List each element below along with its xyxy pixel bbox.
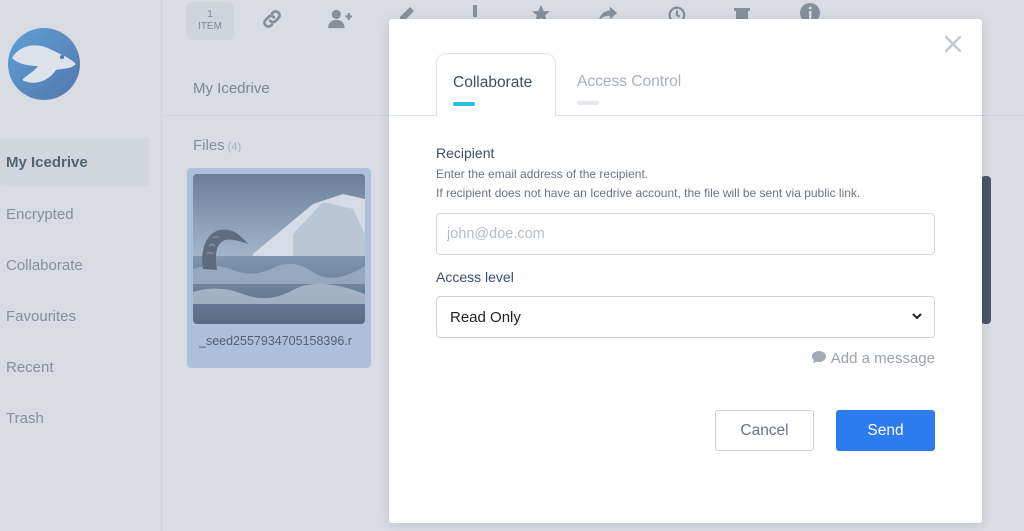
send-button[interactable]: Send bbox=[836, 410, 935, 451]
recipient-help-line-1: Enter the email address of the recipient… bbox=[436, 167, 649, 181]
tab-access-control-label: Access Control bbox=[577, 73, 682, 90]
recipient-email-input[interactable] bbox=[436, 213, 935, 255]
tab-active-indicator bbox=[453, 102, 475, 106]
recipient-label: Recipient bbox=[436, 145, 495, 161]
collaborate-form: Recipient Enter the email address of the… bbox=[436, 145, 935, 367]
add-message-label: Add a message bbox=[830, 350, 935, 367]
comment-icon bbox=[811, 351, 826, 364]
collaborate-modal: Collaborate Access Control Recipient Ent… bbox=[389, 19, 982, 523]
tab-inactive-indicator bbox=[577, 101, 599, 105]
tab-collaborate[interactable]: Collaborate bbox=[436, 53, 556, 117]
access-level-select[interactable]: Read Only bbox=[436, 296, 935, 338]
add-message-link[interactable]: Add a message bbox=[436, 350, 935, 367]
recipient-help: Enter the email address of the recipient… bbox=[436, 165, 935, 203]
recipient-help-line-2: If recipient does not have an Icedrive a… bbox=[436, 186, 861, 200]
chevron-down-icon bbox=[912, 313, 922, 320]
modal-tabs: Collaborate Access Control bbox=[389, 19, 982, 117]
cancel-button[interactable]: Cancel bbox=[715, 410, 814, 451]
access-level-label: Access level bbox=[436, 269, 514, 285]
access-level-value: Read Only bbox=[450, 308, 521, 326]
tab-access-control[interactable]: Access Control bbox=[561, 53, 681, 117]
tab-collaborate-label: Collaborate bbox=[453, 74, 533, 91]
